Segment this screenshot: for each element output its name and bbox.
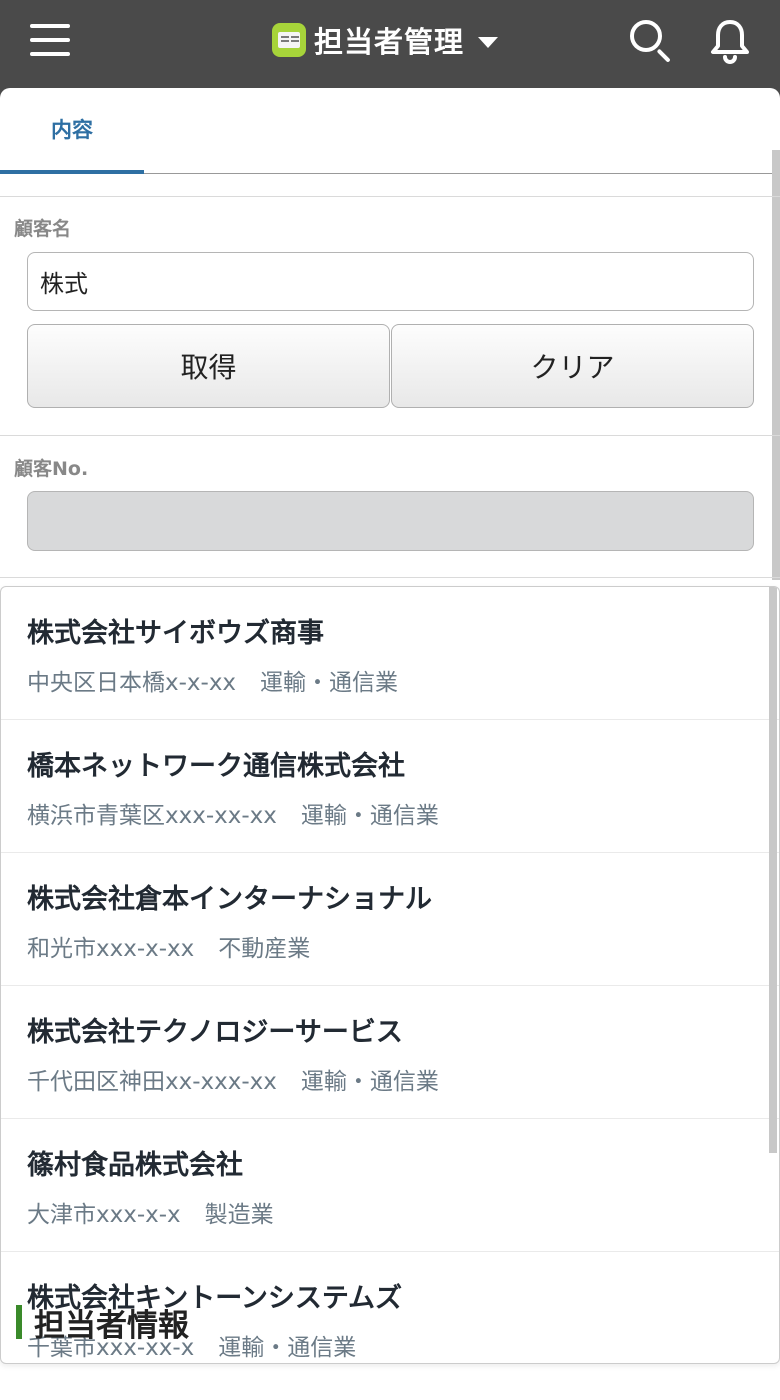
result-name: 篠村食品株式会社 <box>27 1150 243 1181</box>
result-name: 株式会社倉本インターナショナル <box>27 884 432 915</box>
tab-bar: 内容 <box>0 88 780 174</box>
section-marker <box>16 1305 22 1339</box>
list-scrollbar[interactable] <box>769 587 777 1153</box>
bell-icon[interactable] <box>710 18 750 65</box>
divider <box>0 196 780 197</box>
top-bar: 担当者管理 <box>0 0 780 88</box>
divider <box>0 435 780 436</box>
result-name: 株式会社テクノロジーサービス <box>27 1017 403 1048</box>
result-detail: 和光市xxx-x-xx 不動産業 <box>27 936 311 962</box>
app-switcher[interactable]: 担当者管理 <box>272 18 499 62</box>
app-title: 担当者管理 <box>314 25 465 59</box>
result-name: 株式会社サイボウズ商事 <box>27 618 324 649</box>
divider <box>0 577 780 578</box>
list-item[interactable]: 株式会社倉本インターナショナル 和光市xxx-x-xx 不動産業 <box>1 853 779 986</box>
tab-content[interactable]: 内容 <box>0 88 144 174</box>
list-item[interactable]: 株式会社テクノロジーサービス 千代田区神田xx-xxx-xx 運輸・通信業 <box>1 986 779 1119</box>
get-button[interactable]: 取得 <box>27 324 390 408</box>
result-detail: 中央区日本橋x-x-xx 運輸・通信業 <box>27 670 399 696</box>
customer-name-label: 顧客名 <box>14 218 72 240</box>
list-item[interactable]: 篠村食品株式会社 大津市xxx-x-x 製造業 <box>1 1119 779 1252</box>
customer-no-label: 顧客No. <box>14 458 89 480</box>
clear-button[interactable]: クリア <box>391 324 754 408</box>
result-detail: 大津市xxx-x-x 製造業 <box>27 1202 274 1228</box>
search-icon[interactable] <box>628 18 674 64</box>
result-name: 橋本ネットワーク通信株式会社 <box>27 751 405 782</box>
record-panel: 内容 顧客名 取得 クリア 顧客No. 株式会社サイボウズ商事 中央区日本橋x-… <box>0 88 780 1400</box>
section-header: 担当者情報 <box>16 1292 189 1352</box>
section-title: 担当者情報 <box>34 1307 189 1344</box>
hamburger-icon[interactable] <box>28 20 72 60</box>
result-detail: 千代田区神田xx-xxx-xx 運輸・通信業 <box>27 1069 439 1095</box>
customer-no-field <box>27 491 754 551</box>
list-item[interactable]: 橋本ネットワーク通信株式会社 横浜市青葉区xxx-xx-xx 運輸・通信業 <box>1 720 779 853</box>
contact-card-icon <box>272 23 306 57</box>
list-item[interactable]: 株式会社サイボウズ商事 中央区日本橋x-x-xx 運輸・通信業 <box>1 587 779 720</box>
lookup-result-list: 株式会社サイボウズ商事 中央区日本橋x-x-xx 運輸・通信業 橋本ネットワーク通… <box>0 586 780 1364</box>
page-scrollbar[interactable] <box>772 150 780 580</box>
result-detail: 横浜市青葉区xxx-xx-xx 運輸・通信業 <box>27 803 439 829</box>
caret-down-icon <box>478 36 499 48</box>
customer-name-input[interactable] <box>27 252 754 311</box>
